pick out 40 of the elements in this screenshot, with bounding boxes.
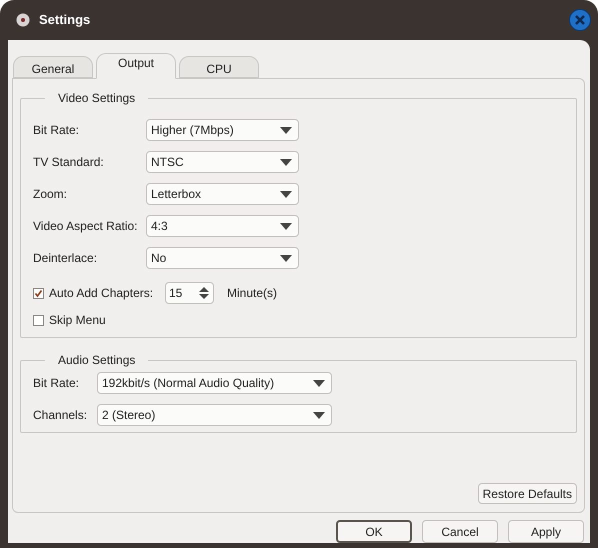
checkbox[interactable] (33, 288, 44, 298)
dialog-button[interactable]: Apply (508, 520, 584, 543)
caret-icon (280, 222, 292, 230)
caret-icon (280, 158, 292, 166)
checkbox-label: Auto Add Chapters: (49, 285, 154, 302)
disc-icon (16, 13, 30, 27)
dropdown[interactable]: 192kbit/s (Normal Audio Quality) (97, 372, 332, 394)
group-title: Audio Settings (57, 352, 136, 369)
dialog-button[interactable]: Cancel (422, 520, 498, 543)
restore-defaults-button[interactable]: Restore Defaults (478, 483, 577, 504)
caret-icon (280, 126, 292, 134)
checkbox[interactable] (33, 314, 44, 326)
tab[interactable]: CPU (179, 56, 259, 78)
unit-label: Minute(s) (227, 285, 278, 302)
spinner-arrows-icon[interactable] (199, 287, 209, 299)
field-label: Video Aspect Ratio: (33, 218, 139, 235)
dialog-button[interactable]: OK (336, 520, 412, 543)
caret-icon (313, 380, 325, 386)
caret-icon (280, 254, 292, 262)
group-title: Video Settings (57, 90, 136, 107)
field-label: TV Standard: (33, 154, 105, 171)
field-label: Bit Rate: (33, 375, 80, 392)
caret-icon (280, 190, 292, 198)
field-label: Bit Rate: (33, 122, 80, 139)
tab[interactable]: Output (96, 53, 176, 79)
number-spinner[interactable]: 15 (165, 282, 214, 304)
dropdown[interactable]: 2 (Stereo) (97, 404, 332, 426)
field-label: Channels: (33, 407, 88, 424)
caret-icon (313, 412, 325, 418)
window-title: Settings (39, 11, 90, 30)
dropdown[interactable]: No (146, 247, 299, 269)
close-icon[interactable] (569, 9, 591, 31)
checkbox-label: Skip Menu (49, 312, 106, 329)
dropdown[interactable]: Higher (7Mbps) (146, 119, 299, 141)
dropdown[interactable]: NTSC (146, 151, 299, 173)
dropdown[interactable]: Letterbox (146, 183, 299, 205)
field-label: Zoom: (33, 186, 68, 203)
field-label: Deinterlace: (33, 250, 98, 267)
tab[interactable]: General (13, 56, 93, 78)
dropdown[interactable]: 4:3 (146, 215, 299, 237)
